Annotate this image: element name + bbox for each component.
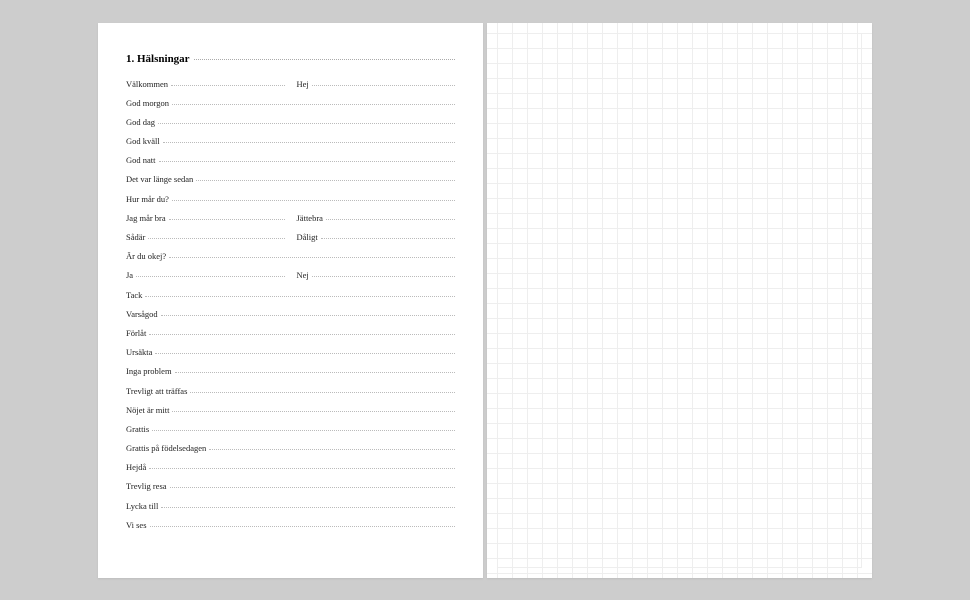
vocab-half-left: Välkommen [126,79,291,89]
vocab-row: God morgon [126,98,455,108]
grid-border [497,33,862,568]
book-spread: 1. Hälsningar Välkommen Hej God morgon God … [98,23,872,578]
vocab-row: Varsågod [126,309,455,319]
vocab-row: Är du okej? [126,251,455,261]
vocab-row: God kväll [126,136,455,146]
dotted-line [312,276,455,277]
vocab-term: Hur mår du? [126,194,172,204]
dotted-line [172,411,455,412]
dotted-line [169,257,455,258]
vocab-term: Grattis på födelsedagen [126,443,209,453]
vocab-term: God natt [126,155,159,165]
vocab-half-right: Hej [291,79,456,89]
dotted-line [163,142,455,143]
dotted-line [190,392,455,393]
dotted-line [172,200,455,201]
dotted-line [148,238,284,239]
vocab-row: Tack [126,290,455,300]
vocab-term: Nöjet är mitt [126,405,172,415]
vocab-term: Lycka till [126,501,161,511]
vocab-row: Nöjet är mitt [126,405,455,415]
dotted-line [312,85,455,86]
vocab-term: God morgon [126,98,172,108]
dotted-line [196,180,455,181]
dotted-line [149,334,455,335]
dotted-line [172,104,455,105]
dotted-line [170,487,455,488]
vocab-term: Inga problem [126,366,175,376]
vocabulary-list: Välkommen Hej God morgon God dag God kväll Go… [126,79,455,530]
dotted-line [161,507,455,508]
vocab-row: Välkommen Hej [126,79,455,89]
vocab-row: Det var länge sedan [126,174,455,184]
vocab-term: Sådär [126,232,148,242]
vocab-term: Tack [126,290,145,300]
vocab-term: God dag [126,117,158,127]
dotted-line [171,85,284,86]
section-title: 1. Hälsningar [126,53,194,65]
right-page-grid [487,23,872,578]
vocab-term: Nej [297,270,312,280]
vocab-term: Varsågod [126,309,161,319]
vocab-row: Sådär Dåligt [126,232,455,242]
vocab-row: Hur mår du? [126,194,455,204]
vocab-term: Välkommen [126,79,171,89]
vocab-row: Jag mår bra Jättebra [126,213,455,223]
vocab-row: Grattis [126,424,455,434]
vocab-term: Grattis [126,424,152,434]
vocab-term: Hej [297,79,312,89]
vocab-term: Dåligt [297,232,321,242]
vocab-term: Ja [126,270,136,280]
vocab-row: Förlåt [126,328,455,338]
vocab-row: Trevlig resa [126,481,455,491]
dotted-line [158,123,455,124]
vocab-term: Jag mår bra [126,213,169,223]
dotted-line [321,238,455,239]
vocab-term: God kväll [126,136,163,146]
vocab-term: Hejdå [126,462,149,472]
vocab-row: Vi ses [126,520,455,530]
dotted-line [209,449,455,450]
vocab-half-left: Jag mår bra [126,213,291,223]
dotted-line [150,526,455,527]
dotted-line [159,161,455,162]
dotted-line [169,219,285,220]
left-page: 1. Hälsningar Välkommen Hej God morgon God … [98,23,483,578]
vocab-term: Ursäkta [126,347,155,357]
vocab-term: Det var länge sedan [126,174,196,184]
vocab-row: Lycka till [126,501,455,511]
section-title-row: 1. Hälsningar [126,53,455,65]
vocab-term: Vi ses [126,520,150,530]
vocab-row: Trevligt att träffas [126,386,455,396]
vocab-term: Jättebra [297,213,326,223]
dotted-line [149,468,455,469]
vocab-half-right: Jättebra [291,213,456,223]
dotted-line [326,219,455,220]
vocab-term: Trevlig resa [126,481,170,491]
vocab-row: God dag [126,117,455,127]
vocab-row: Ursäkta [126,347,455,357]
vocab-row: Hejdå [126,462,455,472]
vocab-half-left: Sådär [126,232,291,242]
dotted-line [161,315,455,316]
vocab-row: God natt [126,155,455,165]
vocab-term: Trevligt att träffas [126,386,190,396]
dotted-line [155,353,455,354]
title-dotted-line [194,59,455,60]
vocab-term: Är du okej? [126,251,169,261]
dotted-line [152,430,455,431]
vocab-half-left: Ja [126,270,291,280]
vocab-row: Inga problem [126,366,455,376]
vocab-term: Förlåt [126,328,149,338]
vocab-row: Grattis på födelsedagen [126,443,455,453]
vocab-half-right: Dåligt [291,232,456,242]
dotted-line [175,372,455,373]
vocab-row: Ja Nej [126,270,455,280]
vocab-half-right: Nej [291,270,456,280]
dotted-line [145,296,455,297]
dotted-line [136,276,284,277]
